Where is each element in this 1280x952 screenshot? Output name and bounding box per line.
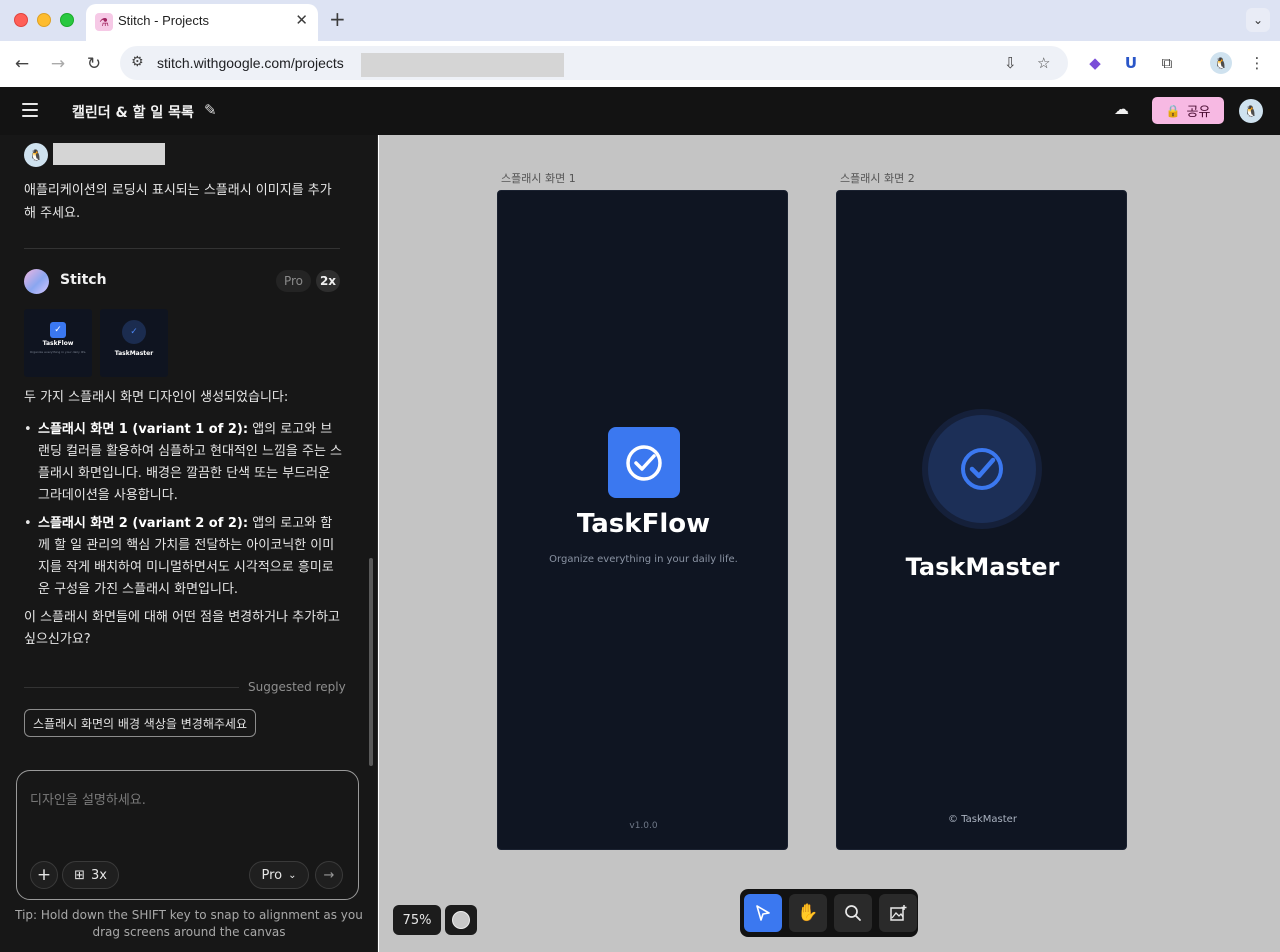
screen-count-button[interactable]: ⊞ 3x — [62, 861, 119, 889]
tab-close-icon[interactable]: ✕ — [295, 11, 308, 29]
zoom-tool-button[interactable] — [834, 894, 872, 932]
circle-icon — [452, 911, 470, 929]
check-icon: ✓ — [122, 320, 146, 344]
minimize-window-button[interactable] — [37, 13, 51, 27]
multiplier-badge: 2x — [316, 270, 340, 292]
variant-title: 스플래시 화면 2 (variant 2 of 2): — [38, 516, 249, 531]
message-question: 이 스플래시 화면들에 대해 어떤 점을 변경하거나 추가하고 싶으신가요? — [24, 610, 340, 647]
variant-list: 스플래시 화면 1 (variant 1 of 2): 앱의 로고와 브랜딩 컬… — [24, 419, 342, 601]
pro-badge: Pro — [276, 270, 311, 292]
variant-title: 스플래시 화면 1 (variant 1 of 2): — [38, 422, 249, 437]
add-image-tool-button[interactable] — [879, 894, 917, 932]
browser-tab[interactable]: ⚗ Stitch - Projects ✕ — [86, 4, 318, 41]
add-image-icon — [890, 905, 907, 921]
app-tagline: Organize everything in your daily life. — [549, 554, 738, 565]
app-copyright: © TaskMaster — [948, 814, 1017, 825]
menu-hamburger-icon[interactable] — [22, 103, 38, 117]
edit-pencil-icon[interactable]: ✎ — [204, 101, 217, 119]
install-app-icon[interactable]: ⇩ — [1004, 54, 1017, 72]
stitch-avatar-icon — [24, 269, 49, 294]
share-button[interactable]: 🔒 공유 — [1152, 97, 1224, 124]
assistant-name: Stitch — [60, 272, 107, 288]
back-button[interactable]: ← — [10, 52, 34, 76]
design-canvas[interactable]: 스플래시 화면 1 스플래시 화면 2 TaskFlow Organize ev… — [379, 135, 1280, 952]
user-avatar-icon[interactable]: 🐧 — [1239, 99, 1263, 123]
thumbnail-label: TaskMaster — [114, 350, 154, 357]
tab-search-button[interactable]: ⌄ — [1246, 8, 1270, 32]
stitch-favicon-icon: ⚗ — [95, 13, 113, 31]
bookmark-star-icon[interactable]: ☆ — [1037, 54, 1050, 72]
thumbnail-tagline: Organize everything in your daily life. — [29, 350, 87, 354]
close-window-button[interactable] — [14, 13, 28, 27]
taskflow-logo-icon — [608, 427, 680, 498]
share-label: 공유 — [1186, 105, 1211, 120]
tip-text: Tip: Hold down the SHIFT key to snap to … — [15, 908, 363, 939]
app-name: TaskMaster — [905, 553, 1060, 581]
splash-screen-1[interactable]: TaskFlow Organize everything in your dai… — [497, 190, 788, 850]
cloud-saved-icon: ☁ — [1114, 100, 1129, 118]
add-screen-icon: ⊞ — [74, 867, 85, 883]
extension-crystal-icon[interactable]: ◆ — [1084, 52, 1106, 74]
forward-button[interactable]: → — [46, 52, 70, 76]
new-tab-button[interactable]: + — [329, 8, 346, 30]
model-label: Pro — [261, 867, 283, 883]
screen-thumbnail-1[interactable]: ✓ TaskFlow Organize everything in your d… — [24, 309, 92, 377]
divider — [24, 687, 239, 688]
browser-toolbar: ← → ↻ ⚙ stitch.withgoogle.com/projects ⇩… — [0, 41, 1280, 87]
app-name: TaskFlow — [576, 509, 711, 539]
list-item: 스플래시 화면 2 (variant 2 of 2): 앱의 로고와 함께 할 … — [24, 513, 342, 601]
project-title: 캘린더 & 할 일 목록 — [72, 105, 194, 121]
chat-scrollbar[interactable] — [369, 558, 373, 766]
browser-tab-bar: ⚗ Stitch - Projects ✕ + ⌄ — [0, 0, 1280, 41]
check-icon: ✓ — [50, 322, 66, 338]
taskmaster-logo-icon — [922, 409, 1042, 529]
prompt-composer: 디자인을 설명하세요. + ⊞ 3x Pro ⌄ → — [16, 770, 359, 900]
app-version: v1.0.0 — [629, 821, 658, 831]
address-bar[interactable]: ⚙ stitch.withgoogle.com/projects ⇩ ☆ — [120, 46, 1068, 80]
hand-icon: ✋ — [797, 903, 819, 923]
canvas-tool-dock: ✋ — [740, 889, 918, 937]
app-header: 캘린더 & 할 일 목록 ✎ ☁ 🔒 공유 🐧 — [0, 87, 1280, 135]
splash-screen-2[interactable]: TaskMaster © TaskMaster — [836, 190, 1127, 850]
select-tool-button[interactable] — [744, 894, 782, 932]
screen-thumbnail-2[interactable]: ✓ TaskMaster — [100, 309, 168, 377]
browser-menu-icon[interactable]: ⋮ — [1246, 52, 1268, 74]
extensions-puzzle-icon[interactable]: ⧉ — [1156, 52, 1178, 74]
list-item: 스플래시 화면 1 (variant 1 of 2): 앱의 로고와 브랜딩 컬… — [24, 419, 342, 507]
redacted-url-part — [361, 53, 564, 77]
profile-avatar[interactable]: 🐧 — [1210, 52, 1232, 74]
url-text: stitch.withgoogle.com/projects — [157, 55, 344, 71]
redacted-username — [53, 143, 165, 165]
tab-title: Stitch - Projects — [118, 13, 210, 28]
theme-toggle-button[interactable] — [445, 905, 477, 935]
screen-label-1: 스플래시 화면 1 — [501, 172, 576, 185]
screen-label-2: 스플래시 화면 2 — [840, 172, 915, 185]
prompt-input[interactable]: 디자인을 설명하세요. — [30, 789, 146, 808]
user-message: 애플리케이션의 로딩시 표시되는 스플래시 이미지를 추가해 주세요. — [24, 183, 332, 221]
lock-icon: 🔒 — [1165, 103, 1181, 118]
suggested-reply-chip[interactable]: 스플래시 화면의 배경 색상을 변경해주세요 — [24, 709, 256, 737]
reload-button[interactable]: ↻ — [82, 52, 106, 76]
penguin-avatar-icon: 🐧 — [1210, 52, 1232, 74]
extension-u-icon[interactable]: U — [1120, 52, 1142, 74]
suggested-reply-label: Suggested reply — [248, 680, 346, 694]
send-arrow-icon[interactable]: → — [315, 861, 343, 889]
divider — [24, 248, 340, 249]
assistant-message: 두 가지 스플래시 화면 디자인이 생성되었습니다: 스플래시 화면 1 (va… — [24, 387, 342, 661]
magnifier-icon — [845, 905, 861, 921]
model-select[interactable]: Pro ⌄ — [249, 861, 309, 889]
add-attachment-button[interactable]: + — [30, 861, 58, 889]
thumbnail-label: TaskFlow — [42, 340, 74, 347]
chevron-down-icon: ⌄ — [288, 869, 297, 881]
site-settings-icon[interactable]: ⚙ — [131, 54, 144, 70]
message-intro: 두 가지 스플래시 화면 디자인이 생성되었습니다: — [24, 390, 289, 405]
zoom-level-button[interactable]: 75% — [393, 905, 441, 935]
hand-tool-button[interactable]: ✋ — [789, 894, 827, 932]
maximize-window-button[interactable] — [60, 13, 74, 27]
screen-count: 3x — [90, 867, 107, 883]
user-avatar-icon: 🐧 — [24, 143, 48, 167]
cursor-arrow-icon — [756, 905, 770, 921]
chat-panel: 🐧 애플리케이션의 로딩시 표시되는 스플래시 이미지를 추가해 주세요. St… — [0, 135, 378, 952]
